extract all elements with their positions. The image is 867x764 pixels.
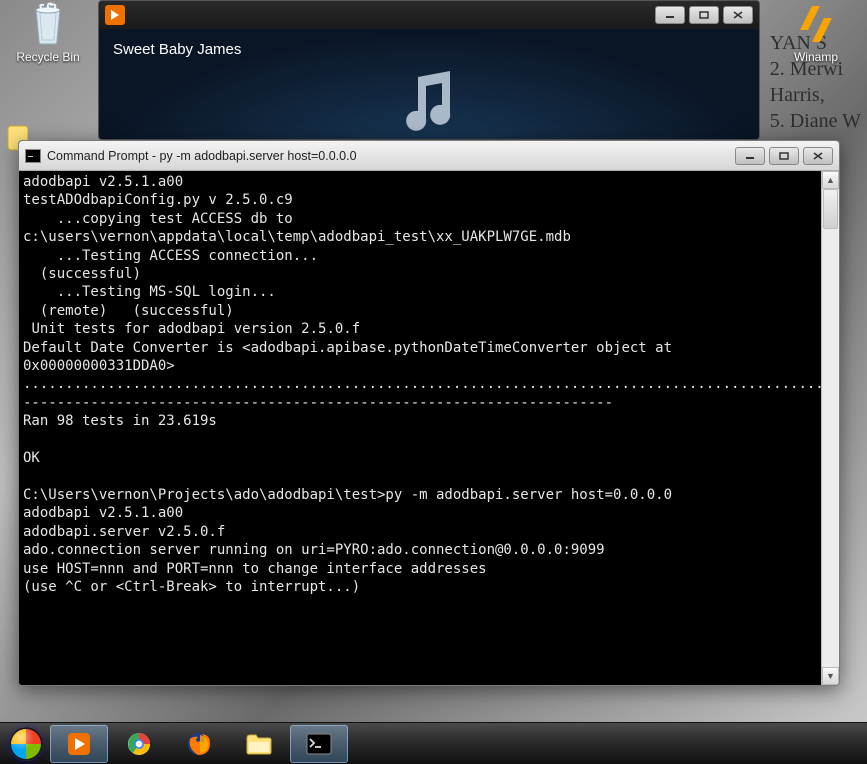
desktop-icon-recycle-bin[interactable]: Recycle Bin (8, 0, 88, 64)
media-player-window: Sweet Baby James (98, 0, 760, 140)
folder-icon (245, 732, 273, 756)
media-player-body: Sweet Baby James (99, 29, 759, 139)
command-prompt-titlebar[interactable]: Command Prompt - py -m adodbapi.server h… (19, 141, 839, 171)
media-player-titlebar[interactable] (99, 1, 759, 29)
taskbar (0, 722, 867, 764)
close-button[interactable] (803, 147, 833, 165)
minimize-button[interactable] (655, 6, 685, 24)
desktop-icon-label: Winamp (776, 50, 856, 64)
desktop-icon-label: Recycle Bin (8, 50, 88, 64)
scroll-up-button[interactable]: ▲ (822, 171, 839, 189)
now-playing-title: Sweet Baby James (113, 41, 745, 58)
window-title: Command Prompt - py -m adodbapi.server h… (47, 149, 729, 163)
firefox-icon (186, 731, 212, 757)
command-prompt-icon (306, 733, 332, 755)
scroll-thumb[interactable] (823, 189, 838, 229)
vertical-scrollbar[interactable]: ▲ ▼ (821, 171, 839, 685)
maximize-button[interactable] (769, 147, 799, 165)
command-prompt-icon (25, 149, 41, 163)
taskbar-item-chrome[interactable] (110, 725, 168, 763)
terminal-output[interactable]: adodbapi v2.5.1.a00 testADOdbapiConfig.p… (19, 171, 821, 685)
taskbar-item-firefox[interactable] (170, 725, 228, 763)
media-player-logo-icon (105, 5, 125, 25)
winamp-icon (792, 0, 840, 48)
scroll-down-button[interactable]: ▼ (822, 667, 839, 685)
music-note-icon (394, 69, 464, 140)
windows-logo-icon (9, 727, 43, 761)
taskbar-item-command-prompt[interactable] (290, 725, 348, 763)
close-button[interactable] (723, 6, 753, 24)
media-player-icon (66, 731, 92, 757)
minimize-button[interactable] (735, 147, 765, 165)
desktop-icon-winamp[interactable]: Winamp (776, 0, 856, 64)
scroll-track[interactable] (822, 189, 839, 667)
chrome-icon (126, 731, 152, 757)
command-prompt-window: Command Prompt - py -m adodbapi.server h… (18, 140, 840, 686)
recycle-bin-icon (24, 0, 72, 48)
taskbar-item-media-player[interactable] (50, 725, 108, 763)
maximize-button[interactable] (689, 6, 719, 24)
taskbar-item-file-explorer[interactable] (230, 725, 288, 763)
start-button[interactable] (4, 724, 48, 764)
